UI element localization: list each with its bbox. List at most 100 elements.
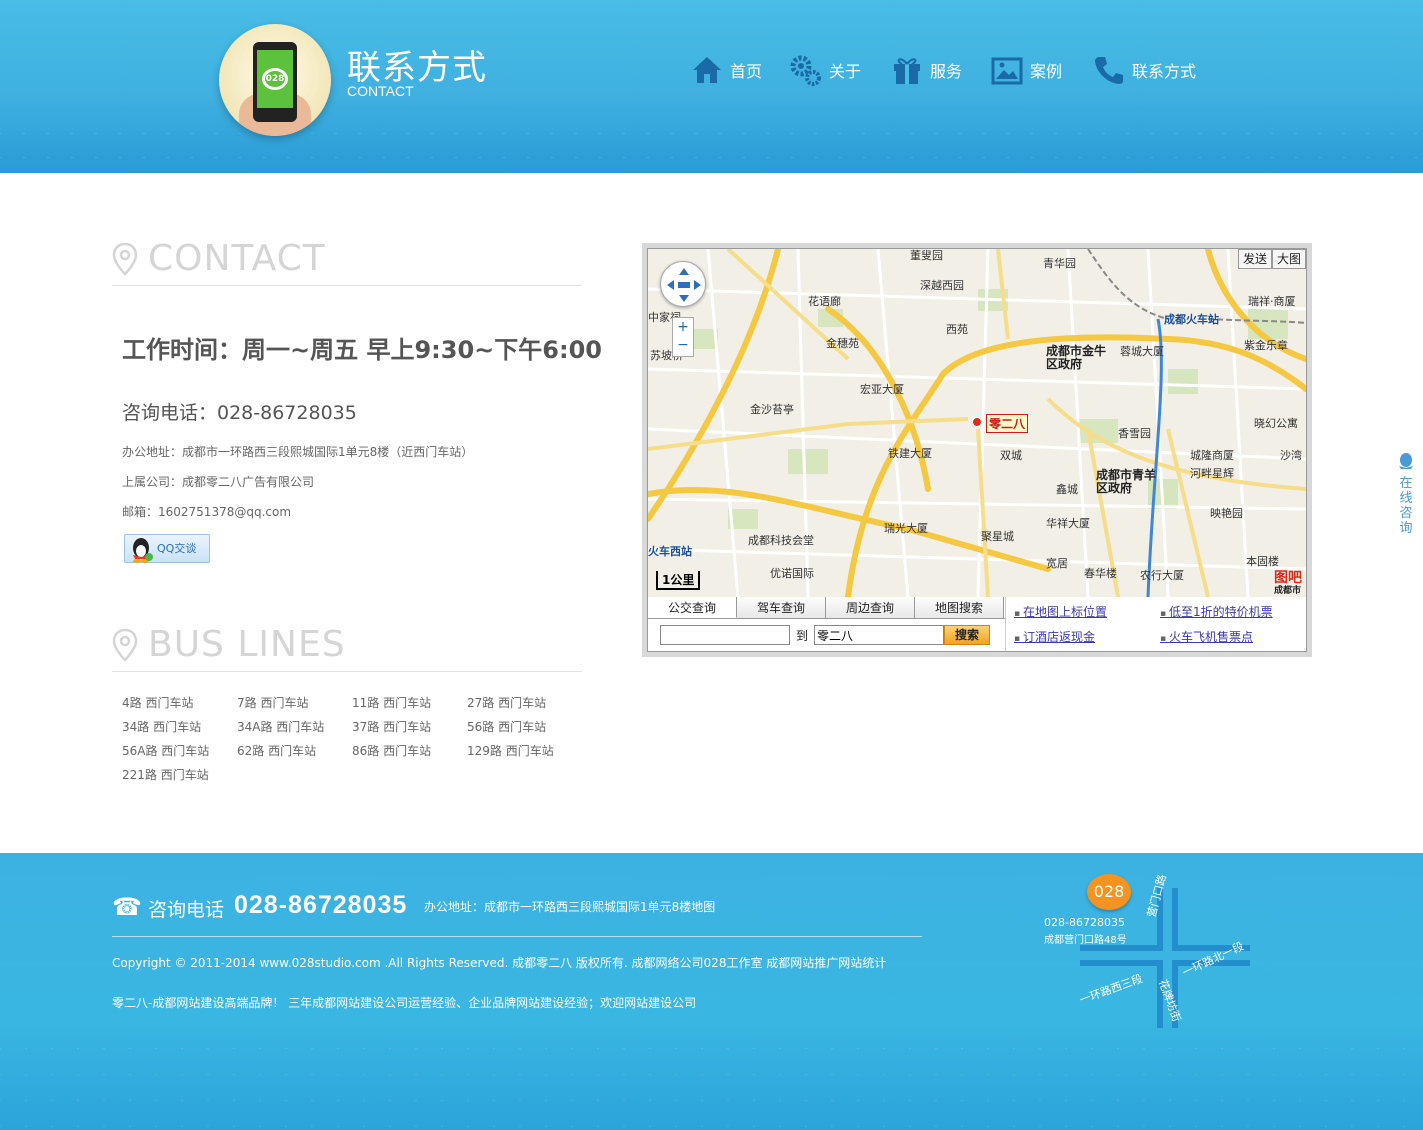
map-place: 优诺国际 — [770, 567, 814, 580]
page-title: 联系方式 — [347, 48, 487, 88]
nav-home-label: 首页 — [730, 62, 763, 81]
consult-phone: 咨询电话：028-86728035 — [122, 402, 357, 424]
page-subtitle: CONTACT — [347, 83, 414, 99]
map-widget: 青华园 董叟园 花语廊 深越西园 西苑 金穗苑 宏亚大厦 金沙苔亭 铁建大厦 香… — [642, 243, 1312, 657]
to-label: 到 — [796, 628, 809, 643]
gift-icon — [894, 58, 920, 84]
bus-line: 56A路 西门车站 — [122, 744, 210, 758]
zoom-in-icon[interactable]: + — [673, 318, 693, 336]
map-place: 农行大厦 — [1140, 569, 1184, 582]
qq-icon — [1399, 453, 1413, 469]
tab-nearby-query[interactable]: 周边查询 — [826, 597, 915, 618]
office-address: 办公地址：成都市一环路西三段熙城国际1单元8楼（近西门车站） — [122, 445, 474, 459]
tab-bus-query[interactable]: 公交查询 — [648, 597, 737, 618]
footer-slogan: 零二八-成都网站建设高端品牌！ 三年成都网站建设公司运营经验、企业品牌网站建设经… — [112, 996, 697, 1010]
map-place: 映艳园 — [1210, 507, 1243, 520]
map-place: 董叟园 — [910, 249, 943, 262]
bus-line: 37路 西门车站 — [352, 720, 432, 734]
telephone-icon: ☎ — [112, 893, 142, 921]
site-header: 028 联系方式 CONTACT 首页 关于 服务 案例 联系方式 — [0, 0, 1423, 173]
map-place: 宽居 — [1046, 557, 1068, 570]
online-consult-float[interactable]: 在线咨询 — [1395, 452, 1417, 536]
footer-tel-number: 028-86728035 — [234, 891, 408, 919]
map-place: 青华园 — [1043, 257, 1076, 270]
map-place: 金穗苑 — [826, 337, 859, 350]
footer-address[interactable]: 办公地址：成都市一环路西三段熙城国际1单元8楼地图 — [424, 898, 715, 915]
send-button[interactable]: 发送 — [1237, 249, 1272, 269]
qq-chat-button[interactable]: QQ交谈 — [124, 534, 210, 563]
map-place: 鑫城 — [1056, 483, 1078, 496]
footer-copyright: Copyright © 2011-2014 www.028studio.com … — [112, 956, 887, 970]
zoom-out-icon[interactable]: − — [673, 336, 693, 354]
qq-penguin-icon — [133, 538, 153, 563]
map-place: 瑞祥·商厦 — [1248, 295, 1296, 308]
nav-case[interactable]: 案例 — [990, 50, 1062, 90]
map-canvas[interactable]: 青华园 董叟园 花语廊 深越西园 西苑 金穗苑 宏亚大厦 金沙苔亭 铁建大厦 香… — [648, 249, 1306, 597]
map-place: 金沙苔亭 — [750, 403, 794, 416]
map-place: 聚星城 — [981, 530, 1014, 543]
map-place: 河畔星辉 — [1190, 467, 1234, 480]
nav-service[interactable]: 服务 — [890, 50, 962, 90]
bus-line: 129路 西门车站 — [467, 744, 554, 758]
map-inner: 青华园 董叟园 花语廊 深越西园 西苑 金穗苑 宏亚大厦 金沙苔亭 铁建大厦 香… — [647, 248, 1307, 652]
site-footer: ☎ 咨询电话 028-86728035 办公地址：成都市一环路西三段熙城国际1单… — [0, 853, 1423, 1130]
logo-text: 028 — [262, 68, 288, 90]
zoom-control[interactable]: + − — [672, 317, 694, 357]
nav-contact[interactable]: 联系方式 — [1092, 50, 1196, 90]
map-link[interactable]: 在地图上标位置 — [1014, 603, 1160, 620]
map-place-gov: 成都市金牛区政府 — [1046, 344, 1107, 371]
contact-heading-label: CONTACT — [148, 238, 326, 279]
to-input[interactable] — [814, 625, 945, 645]
from-input[interactable] — [660, 625, 790, 645]
email: 邮箱：1602751378@qq.com — [122, 505, 292, 519]
phone-icon — [1095, 57, 1123, 84]
pan-control[interactable] — [660, 261, 706, 307]
marker-label: 零二八 — [986, 414, 1029, 433]
image-icon — [991, 57, 1023, 85]
route-search-row: 到 搜索 — [660, 625, 991, 645]
map-link[interactable]: 订酒店返现金 — [1014, 628, 1160, 645]
nav-about[interactable]: 关于 — [789, 50, 861, 90]
bus-lines-list: 4路 西门车站 7路 西门车站 11路 西门车站 27路 西门车站 34路 西门… — [122, 694, 592, 784]
footer-pattern — [0, 1023, 1423, 1130]
bus-line: 56路 西门车站 — [467, 720, 547, 734]
bus-line: 7路 西门车站 — [237, 696, 309, 710]
map-place: 西苑 — [946, 323, 968, 336]
map-place: 瑞光大厦 — [884, 522, 928, 535]
map-place: 华祥大厦 — [1046, 517, 1090, 530]
bus-line: 27路 西门车站 — [467, 696, 547, 710]
map-tab-row: 公交查询 驾车查询 周边查询 地图搜索 — [648, 597, 1005, 619]
map-place: 花语廊 — [808, 295, 841, 308]
location-pin-icon — [112, 628, 138, 662]
logo[interactable]: 028 — [219, 24, 331, 136]
home-icon — [693, 57, 721, 83]
map-link[interactable]: 火车飞机售票点 — [1160, 628, 1306, 645]
map-link[interactable]: 低至1折的特价机票 — [1160, 603, 1306, 620]
nav-service-label: 服务 — [930, 62, 963, 81]
location-pin-icon — [112, 242, 138, 276]
tab-map-search[interactable]: 地图搜索 — [915, 597, 1004, 618]
map-place: 宏亚大厦 — [860, 383, 904, 396]
fullscreen-button[interactable]: 大图 — [1271, 249, 1306, 269]
qq-chat-label: QQ交谈 — [157, 542, 197, 555]
map-station: 成都火车站 — [1164, 313, 1219, 326]
bus-line: 86路 西门车站 — [352, 744, 432, 758]
bus-line: 11路 西门车站 — [352, 696, 432, 710]
map-place-gov: 成都市青羊区政府 — [1096, 468, 1157, 495]
search-button[interactable]: 搜索 — [944, 625, 991, 645]
location-marker[interactable] — [972, 417, 982, 427]
map-place: 成都科技会堂 — [748, 534, 814, 547]
map-place: 深越西园 — [920, 279, 964, 292]
nav-home[interactable]: 首页 — [690, 50, 762, 90]
bus-line: 34路 西门车站 — [122, 720, 202, 734]
map-toolbar: 发送 大图 — [1237, 249, 1306, 269]
nav-contact-label: 联系方式 — [1132, 62, 1197, 81]
parent-company: 上属公司：成都零二八广告有限公司 — [122, 475, 315, 489]
footer-map-tel: 028-86728035 — [1044, 916, 1125, 929]
map-links: 在地图上标位置 低至1折的特价机票 订酒店返现金 火车飞机售票点 — [1014, 603, 1304, 645]
header-pattern — [0, 110, 1423, 173]
tab-drive-query[interactable]: 驾车查询 — [737, 597, 826, 618]
map-provider-city: 成都市 — [1274, 586, 1302, 596]
map-place: 香雪园 — [1118, 427, 1151, 440]
bus-line: 34A路 西门车站 — [237, 720, 325, 734]
